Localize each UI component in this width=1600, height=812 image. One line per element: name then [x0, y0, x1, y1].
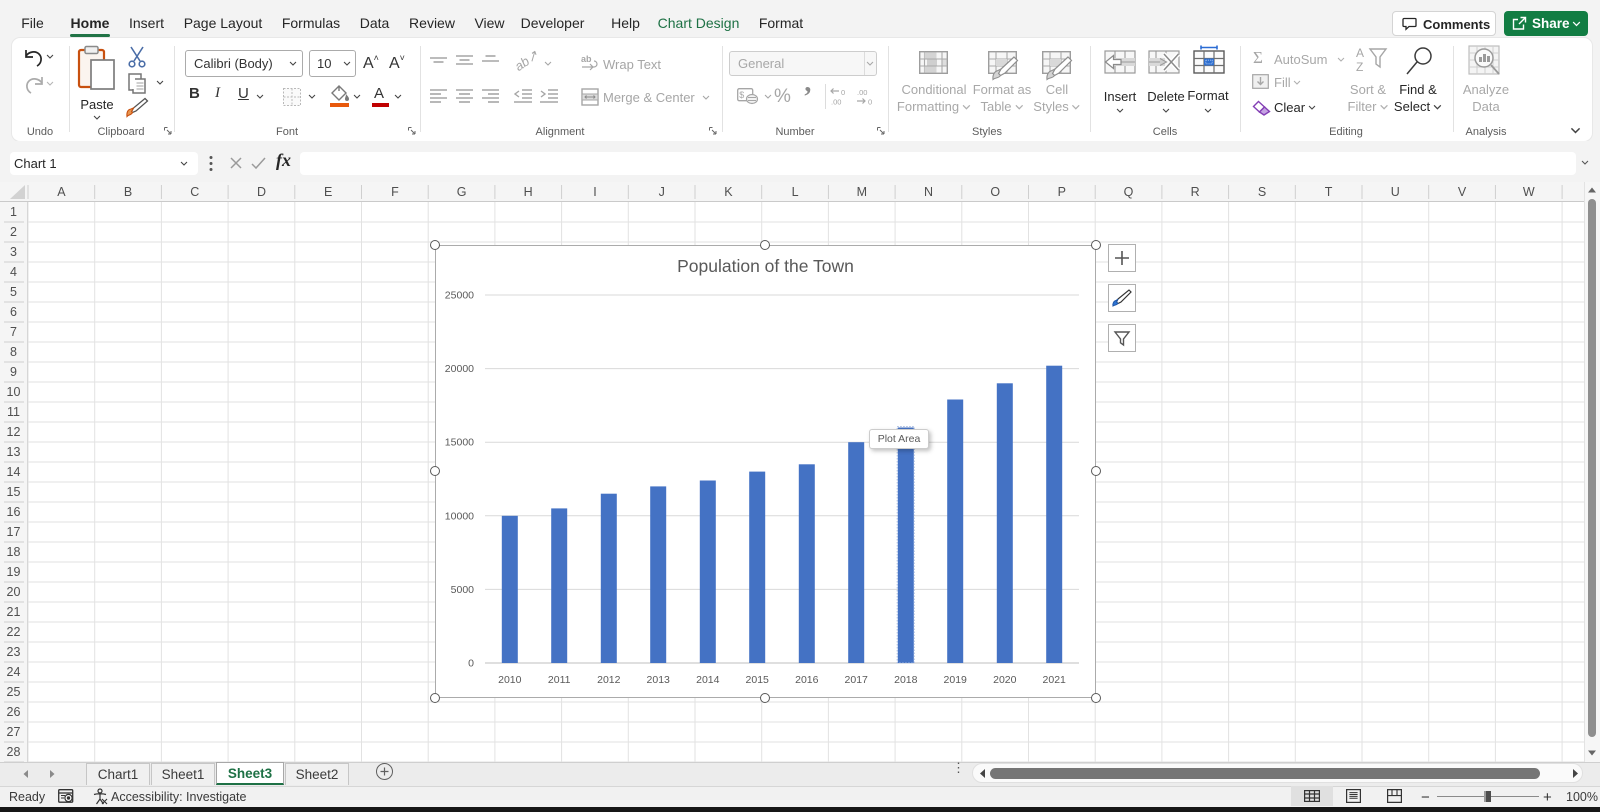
svg-text:Z: Z	[1356, 60, 1363, 73]
svg-text:0: 0	[468, 658, 474, 670]
svg-text:ab: ab	[581, 54, 592, 64]
svg-text:A: A	[1356, 46, 1364, 60]
svg-text:0: 0	[841, 88, 845, 97]
svg-text:0: 0	[868, 98, 872, 107]
svg-text:2010: 2010	[498, 674, 522, 686]
svg-text:2021: 2021	[1043, 674, 1067, 686]
svg-text:2012: 2012	[597, 674, 621, 686]
svg-text:2018: 2018	[894, 674, 918, 686]
svg-text:2020: 2020	[993, 674, 1017, 686]
svg-text:2019: 2019	[944, 674, 968, 686]
svg-text:2017: 2017	[845, 674, 869, 686]
svg-text:$: $	[739, 90, 744, 100]
svg-text:2016: 2016	[795, 674, 819, 686]
svg-text:2015: 2015	[746, 674, 770, 686]
svg-text:5000: 5000	[451, 584, 475, 596]
svg-text:2014: 2014	[696, 674, 720, 686]
svg-text:20000: 20000	[445, 363, 474, 375]
svg-text:15000: 15000	[445, 437, 474, 449]
svg-text:25000: 25000	[445, 290, 474, 302]
svg-text:2011: 2011	[548, 674, 571, 686]
svg-text:.00: .00	[831, 98, 841, 107]
svg-text:10000: 10000	[445, 510, 474, 522]
svg-text:.00: .00	[857, 88, 867, 97]
svg-text:2013: 2013	[647, 674, 671, 686]
